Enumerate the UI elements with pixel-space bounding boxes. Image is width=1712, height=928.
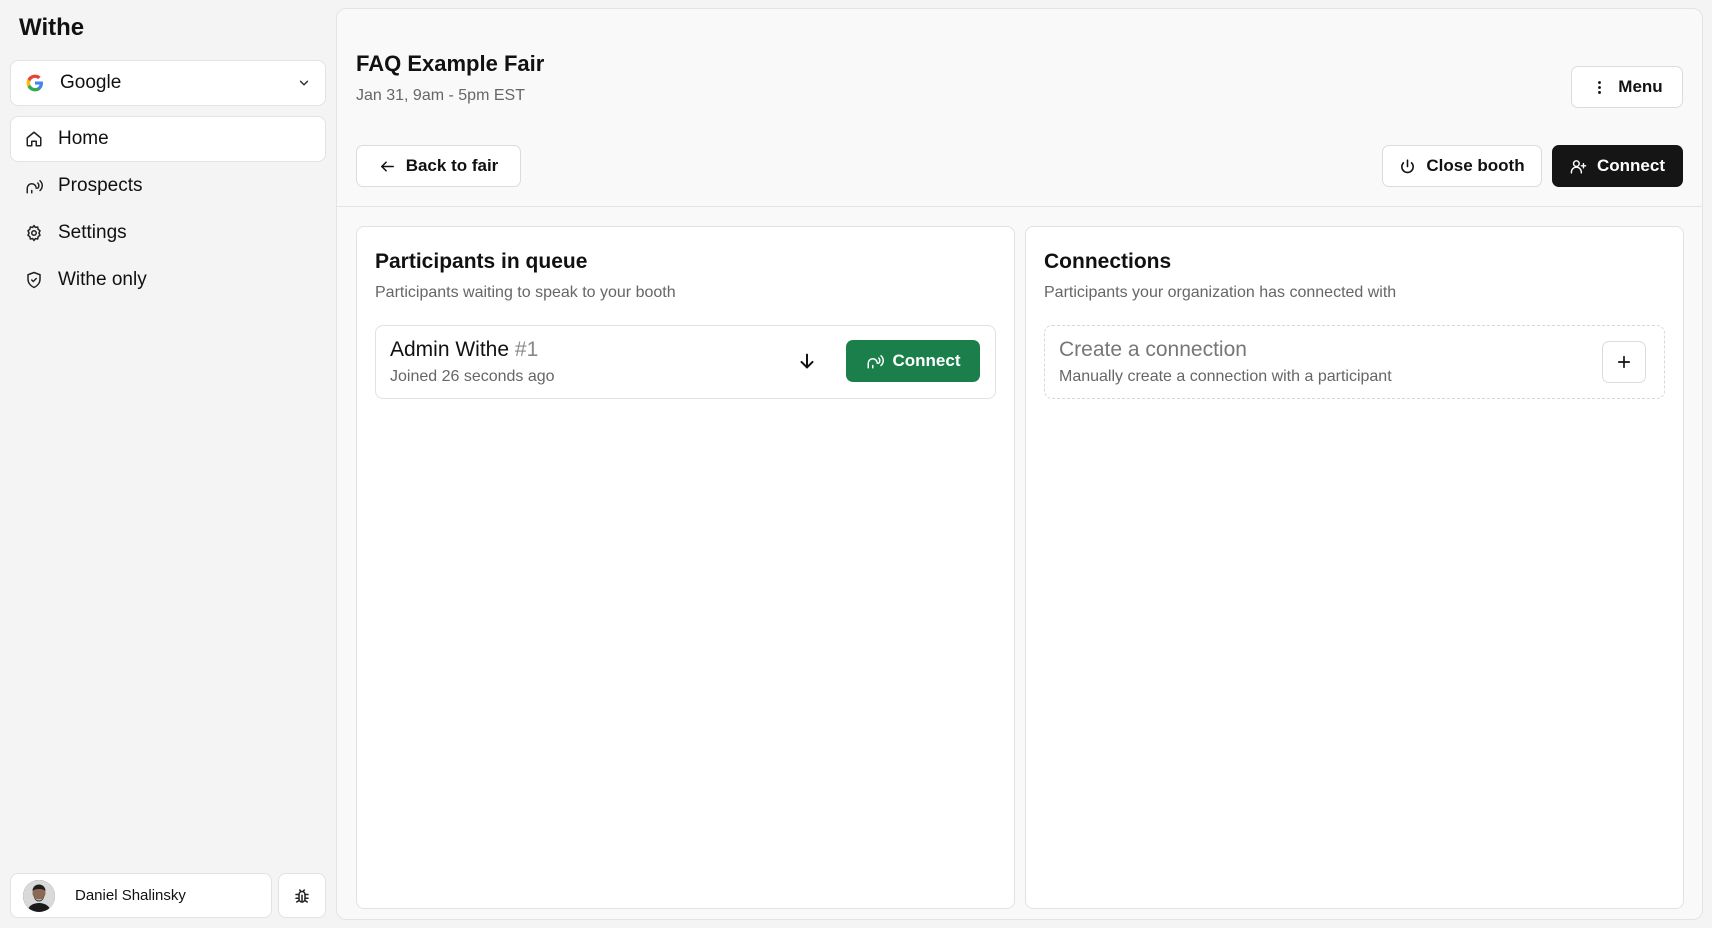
connect-button-label: Connect xyxy=(1597,156,1665,175)
create-connection-title: Create a connection xyxy=(1059,338,1247,361)
debug-button[interactable] xyxy=(278,873,326,918)
sidebar: Withe Google Home Prospects Settings Wit… xyxy=(0,0,336,928)
connections-title: Connections xyxy=(1044,250,1172,273)
connections-panel: Connections Participants your organizati… xyxy=(1025,226,1684,909)
chevron-down-icon xyxy=(299,80,309,86)
user-profile-button[interactable]: Daniel Shalinsky xyxy=(10,873,272,918)
connect-button[interactable]: Connect xyxy=(1552,145,1683,187)
bug-icon xyxy=(295,888,309,903)
create-connection-subtitle: Manually create a connection with a part… xyxy=(1059,368,1392,385)
sidebar-item-label: Withe only xyxy=(58,269,147,290)
more-vertical-icon xyxy=(1598,80,1602,94)
page-title: FAQ Example Fair xyxy=(356,51,545,76)
participant-connect-button[interactable]: Connect xyxy=(846,340,980,382)
joined-time: Joined 26 seconds ago xyxy=(390,368,555,385)
sidebar-item-settings[interactable]: Settings xyxy=(10,210,326,256)
participant-name: Admin Withe xyxy=(390,338,510,361)
add-connection-button[interactable] xyxy=(1602,341,1646,383)
close-booth-button[interactable]: Close booth xyxy=(1382,145,1542,187)
connections-subtitle: Participants your organization has conne… xyxy=(1044,284,1397,301)
user-name: Daniel Shalinsky xyxy=(75,887,186,904)
queue-position: #1 xyxy=(514,338,539,361)
organization-select[interactable]: Google xyxy=(10,60,326,106)
avatar-image xyxy=(23,879,55,912)
sidebar-item-home[interactable]: Home xyxy=(10,116,326,162)
shield-icon xyxy=(27,271,41,289)
queue-title: Participants in queue xyxy=(375,250,588,273)
back-to-fair-button[interactable]: Back to fair xyxy=(356,145,521,187)
sidebar-item-label: Settings xyxy=(58,222,127,243)
queue-panel: Participants in queue Participants waiti… xyxy=(356,226,1015,909)
home-icon xyxy=(26,131,42,147)
sidebar-item-label: Prospects xyxy=(58,175,143,196)
speaking-head-icon xyxy=(26,180,43,194)
participant-connect-label: Connect xyxy=(892,351,961,370)
google-logo-icon xyxy=(26,74,43,92)
back-to-fair-label: Back to fair xyxy=(405,156,499,175)
sidebar-item-label: Home xyxy=(58,128,109,149)
header-divider xyxy=(337,206,1702,207)
brand-name: Withe xyxy=(19,14,85,41)
user-plus-icon xyxy=(1570,159,1587,174)
main-content: FAQ Example Fair Jan 31, 9am - 5pm EST M… xyxy=(336,8,1703,920)
close-booth-label: Close booth xyxy=(1426,156,1525,175)
participant-name-line: Admin Withe #1 xyxy=(390,338,538,362)
sidebar-item-prospects[interactable]: Prospects xyxy=(10,163,326,209)
plus-icon xyxy=(1617,355,1631,369)
power-icon xyxy=(1401,158,1415,173)
arrow-down-icon[interactable] xyxy=(796,350,818,372)
arrow-left-icon xyxy=(380,160,394,172)
fair-date: Jan 31, 9am - 5pm EST xyxy=(356,87,525,104)
menu-button-label: Menu xyxy=(1618,77,1663,96)
gear-icon xyxy=(27,224,41,242)
sidebar-nav: Home Prospects Settings Withe only xyxy=(10,116,326,304)
organization-name: Google xyxy=(60,72,122,93)
menu-button[interactable]: Menu xyxy=(1571,66,1683,108)
queue-subtitle: Participants waiting to speak to your bo… xyxy=(375,284,676,301)
queue-item: Admin Withe #1 Joined 26 seconds ago Con… xyxy=(375,325,996,399)
create-connection-card[interactable]: Create a connection Manually create a co… xyxy=(1044,325,1665,399)
avatar xyxy=(23,879,55,912)
sidebar-item-withe-only[interactable]: Withe only xyxy=(10,257,326,303)
speaking-head-icon xyxy=(867,355,884,369)
